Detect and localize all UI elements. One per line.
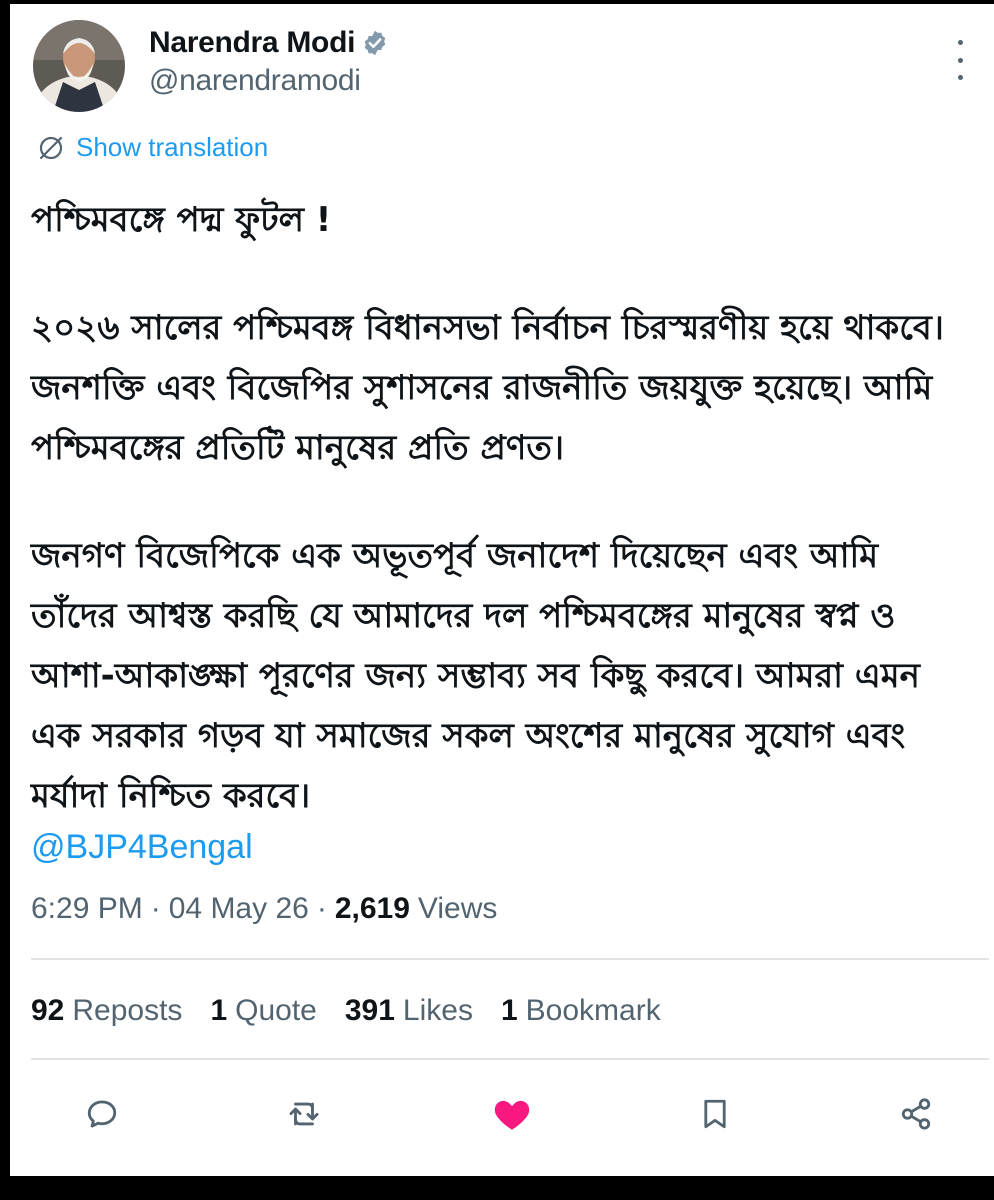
screen-frame-left [0, 0, 10, 1200]
meta-separator: · [316, 892, 327, 925]
heart-filled-icon [494, 1100, 530, 1130]
more-options-icon[interactable] [945, 40, 975, 80]
divider [31, 958, 989, 960]
tweet-text: পশ্চিমবঙ্গে পদ্ম ফুটল ! ২০২৬ সালের পশ্চি… [31, 190, 971, 874]
screen-frame-bottom [0, 1176, 994, 1200]
bookmarks-label: Bookmark [525, 994, 661, 1027]
tweet-date[interactable]: 04 May 26 [169, 892, 309, 926]
show-translation-link[interactable]: Show translation [36, 132, 268, 163]
views-count: 2,619 [334, 892, 410, 925]
quotes-stat[interactable]: 1 Quote [210, 994, 316, 1028]
tweet-time[interactable]: 6:29 PM [31, 892, 143, 926]
quotes-count: 1 [210, 994, 228, 1027]
mention-link[interactable]: @BJP4Bengal [31, 828, 253, 867]
share-button[interactable] [886, 1084, 946, 1144]
repost-icon [289, 1102, 319, 1126]
tweet-action-bar [10, 1084, 994, 1144]
author-name-row: Narendra Modi [149, 26, 389, 60]
reposts-stat[interactable]: 92 Reposts [31, 994, 182, 1028]
engagement-stats: 92 Reposts 1 Quote 391 Likes 1 Bookmark [31, 994, 689, 1028]
tweet-paragraph-2: ২০২৬ সালের পশ্চিমবঙ্গ বিধানসভা নির্বাচন … [31, 308, 944, 468]
bookmark-button[interactable] [685, 1084, 745, 1144]
reply-button[interactable] [72, 1084, 132, 1144]
tweet-paragraph-1: পশ্চিমবঙ্গে পদ্ম ফুটল ! [31, 200, 332, 240]
show-translation-label: Show translation [76, 132, 269, 162]
globe-translate-icon [39, 136, 63, 159]
views-label: Views [417, 892, 498, 925]
avatar[interactable] [33, 20, 125, 112]
author-handle[interactable]: @narendramodi [149, 64, 361, 98]
tweet-meta: 6:29 PM · 04 May 26 · 2,619 Views [31, 892, 497, 926]
verified-badge-icon [364, 30, 386, 56]
tweet-paragraph-3: জনগণ বিজেপিকে এক অভূতপূর্ব জনাদেশ দিয়েছ… [31, 536, 920, 816]
reposts-label: Reposts [72, 994, 183, 1027]
avatar-image [33, 20, 125, 112]
author-display-name[interactable]: Narendra Modi [149, 26, 355, 60]
tweet-card: Narendra Modi @narendramodi Show transla… [10, 4, 994, 1176]
divider [31, 1058, 989, 1060]
repost-button[interactable] [274, 1084, 334, 1144]
bookmarks-count: 1 [500, 994, 518, 1027]
bookmarks-stat[interactable]: 1 Bookmark [501, 994, 661, 1028]
likes-label: Likes [402, 994, 473, 1027]
likes-count: 391 [344, 994, 395, 1027]
meta-separator: · [150, 892, 161, 925]
reposts-count: 92 [31, 994, 65, 1027]
share-icon [901, 1098, 931, 1130]
reply-icon [87, 1100, 117, 1128]
bookmark-icon [704, 1099, 726, 1129]
quotes-label: Quote [235, 994, 317, 1027]
like-button[interactable] [482, 1084, 542, 1144]
likes-stat[interactable]: 391 Likes [345, 994, 473, 1028]
